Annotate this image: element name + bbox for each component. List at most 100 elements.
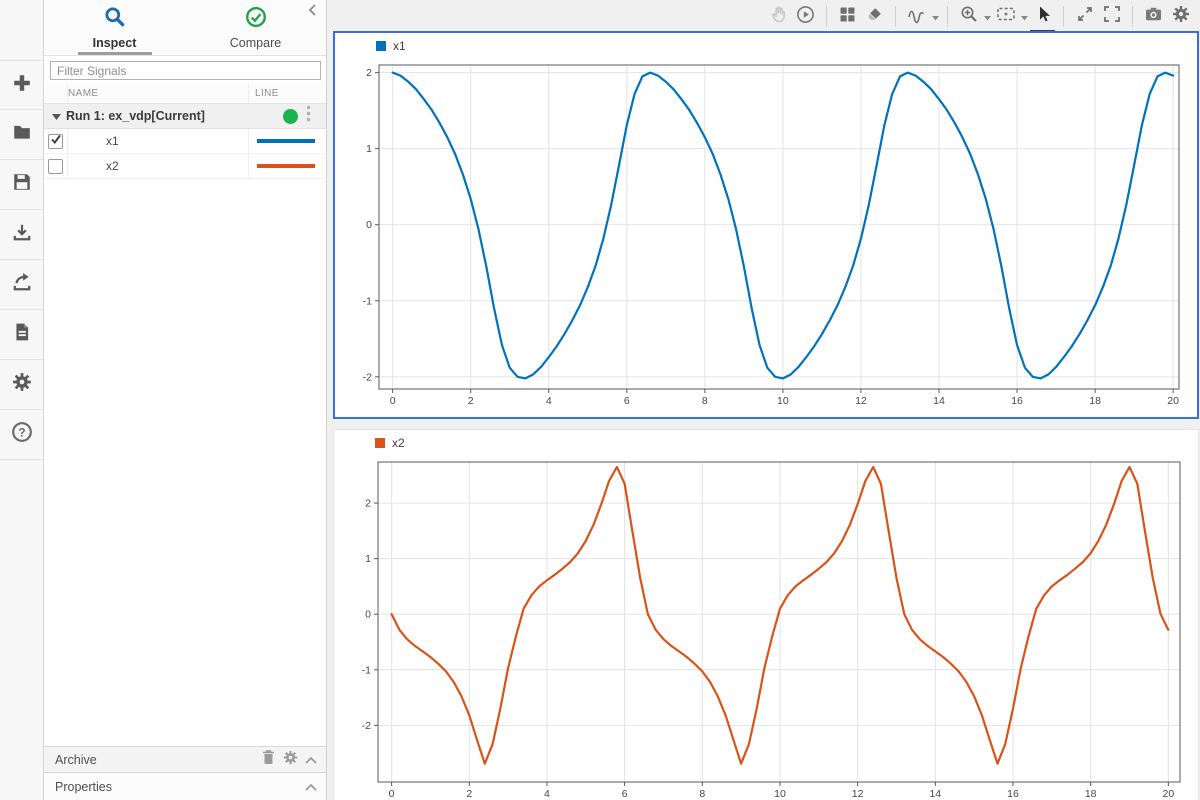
open-button[interactable] bbox=[0, 110, 43, 160]
chevron-up-icon[interactable] bbox=[305, 778, 317, 796]
check-circle-icon bbox=[245, 6, 267, 33]
active-tab-underline bbox=[77, 52, 152, 55]
chevron-up-icon[interactable] bbox=[305, 751, 317, 769]
signal-checkbox-x1[interactable] bbox=[48, 132, 63, 150]
svg-text:2: 2 bbox=[366, 67, 372, 79]
snapshot-button[interactable] bbox=[1140, 4, 1167, 30]
signal-name: x1 bbox=[106, 134, 119, 148]
tab-compare[interactable]: Compare bbox=[185, 0, 326, 55]
plot-panel-x2[interactable]: x2 0 2 4 6 8 10 12 14 16 18 20 -2 -1 0 1 2 bbox=[333, 429, 1199, 800]
expand-caret-icon[interactable] bbox=[52, 107, 61, 125]
svg-text:16: 16 bbox=[1007, 788, 1019, 800]
gear-icon[interactable] bbox=[283, 750, 298, 770]
pan-tool-button[interactable] bbox=[765, 4, 792, 30]
tab-inspect[interactable]: Inspect bbox=[44, 0, 185, 55]
report-button[interactable] bbox=[0, 310, 43, 360]
signal-line-swatch-x2 bbox=[257, 164, 315, 168]
signal-row-x1[interactable]: x1 bbox=[44, 129, 326, 154]
archive-section[interactable]: Archive bbox=[44, 746, 326, 773]
camera-icon bbox=[1144, 5, 1163, 28]
svg-text:0: 0 bbox=[389, 788, 395, 800]
run-label: Run 1: ex_vdp[Current] bbox=[66, 109, 205, 123]
settings-icon bbox=[12, 372, 32, 397]
import-icon bbox=[12, 222, 32, 247]
svg-text:6: 6 bbox=[624, 395, 630, 407]
add-icon bbox=[12, 73, 32, 98]
signal-style-button[interactable] bbox=[903, 4, 930, 30]
plot-settings-button[interactable] bbox=[1167, 4, 1194, 30]
svg-text:18: 18 bbox=[1085, 788, 1097, 800]
left-toolbar: ? bbox=[0, 0, 44, 800]
svg-text:12: 12 bbox=[855, 395, 867, 407]
chevron-left-icon bbox=[306, 4, 320, 21]
tab-inspect-label: Inspect bbox=[92, 35, 137, 50]
replay-button[interactable] bbox=[792, 4, 819, 30]
replay-icon bbox=[796, 5, 815, 29]
toolbar-divider bbox=[1132, 6, 1133, 27]
add-button[interactable] bbox=[0, 60, 43, 110]
collapse-sidebar-button[interactable] bbox=[306, 3, 322, 19]
svg-text:4: 4 bbox=[546, 395, 552, 407]
svg-text:2: 2 bbox=[466, 788, 472, 800]
svg-text:1: 1 bbox=[365, 553, 371, 565]
toolbar-divider bbox=[1063, 6, 1064, 27]
filter-signals-input[interactable] bbox=[50, 61, 321, 80]
caret-down-icon bbox=[931, 8, 939, 26]
run-status-dot bbox=[283, 108, 298, 124]
save-icon bbox=[12, 172, 32, 197]
fit-screen-icon bbox=[1103, 5, 1121, 28]
signal-name: x2 bbox=[106, 159, 119, 173]
layout-button[interactable] bbox=[834, 4, 861, 30]
zoom-dropdown[interactable] bbox=[982, 4, 992, 30]
expand-plot-button[interactable] bbox=[1071, 4, 1098, 30]
eraser-icon bbox=[866, 5, 884, 28]
svg-text:-2: -2 bbox=[362, 720, 371, 732]
svg-text:2: 2 bbox=[365, 498, 371, 510]
full-view-button[interactable] bbox=[1098, 4, 1125, 30]
legend-x2: x2 bbox=[334, 430, 1198, 456]
svg-text:10: 10 bbox=[774, 788, 786, 800]
signal-row-x2[interactable]: x2 bbox=[44, 154, 326, 179]
sidebar-tabs: Inspect Compare bbox=[44, 0, 326, 56]
plot-toolbar bbox=[327, 0, 1200, 33]
zoom-in-icon bbox=[960, 5, 978, 28]
expand-diagonal-icon bbox=[1076, 5, 1094, 28]
arrow-cursor-icon bbox=[1034, 5, 1052, 28]
clear-plots-button[interactable] bbox=[861, 4, 888, 30]
signal-browser-panel: Inspect Compare NAME LINE bbox=[44, 0, 327, 800]
toolbar-divider bbox=[826, 6, 827, 27]
zoom-fit-icon bbox=[996, 5, 1016, 28]
signal-checkbox-x2[interactable] bbox=[48, 158, 63, 174]
plot-panel-x1[interactable]: x1 0 2 4 6 8 10 12 14 16 18 20 -2 -1 0 1 2 bbox=[333, 31, 1199, 419]
svg-text:20: 20 bbox=[1163, 788, 1175, 800]
plot-area-x2[interactable]: 0 2 4 6 8 10 12 14 16 18 20-2-1012 bbox=[334, 456, 1196, 800]
kebab-menu-icon[interactable] bbox=[306, 105, 320, 127]
import-button[interactable] bbox=[0, 210, 43, 260]
save-button[interactable] bbox=[0, 160, 43, 210]
run-row[interactable]: Run 1: ex_vdp[Current] bbox=[44, 104, 326, 129]
svg-text:16: 16 bbox=[1011, 395, 1023, 407]
help-icon: ? bbox=[11, 421, 33, 448]
toolbar-divider bbox=[895, 6, 896, 27]
properties-section[interactable]: Properties bbox=[44, 773, 326, 800]
fit-to-view-button[interactable] bbox=[992, 4, 1019, 30]
preferences-button[interactable] bbox=[0, 360, 43, 410]
select-tool-button[interactable] bbox=[1029, 4, 1056, 33]
svg-text:?: ? bbox=[18, 425, 25, 439]
signal-wave-icon bbox=[907, 5, 926, 29]
simulation-data-inspector-window: ? Inspect Compare Filter Signals NAME LI… bbox=[0, 0, 1200, 800]
legend-swatch-x2 bbox=[375, 438, 385, 448]
caret-down-icon bbox=[983, 8, 991, 26]
svg-text:2: 2 bbox=[468, 395, 474, 407]
svg-text:14: 14 bbox=[929, 788, 941, 800]
export-button[interactable] bbox=[0, 260, 43, 310]
svg-text:0: 0 bbox=[366, 219, 372, 231]
svg-text:10: 10 bbox=[777, 395, 789, 407]
trash-icon[interactable] bbox=[261, 749, 276, 770]
signal-style-dropdown[interactable] bbox=[930, 4, 940, 30]
fit-dropdown[interactable] bbox=[1019, 4, 1029, 30]
checkmark-icon bbox=[50, 132, 62, 150]
plot-area-x1[interactable]: 0 2 4 6 8 10 12 14 16 18 20-2-1012 bbox=[335, 59, 1195, 413]
help-button[interactable]: ? bbox=[0, 410, 43, 460]
zoom-tool-button[interactable] bbox=[955, 4, 982, 30]
